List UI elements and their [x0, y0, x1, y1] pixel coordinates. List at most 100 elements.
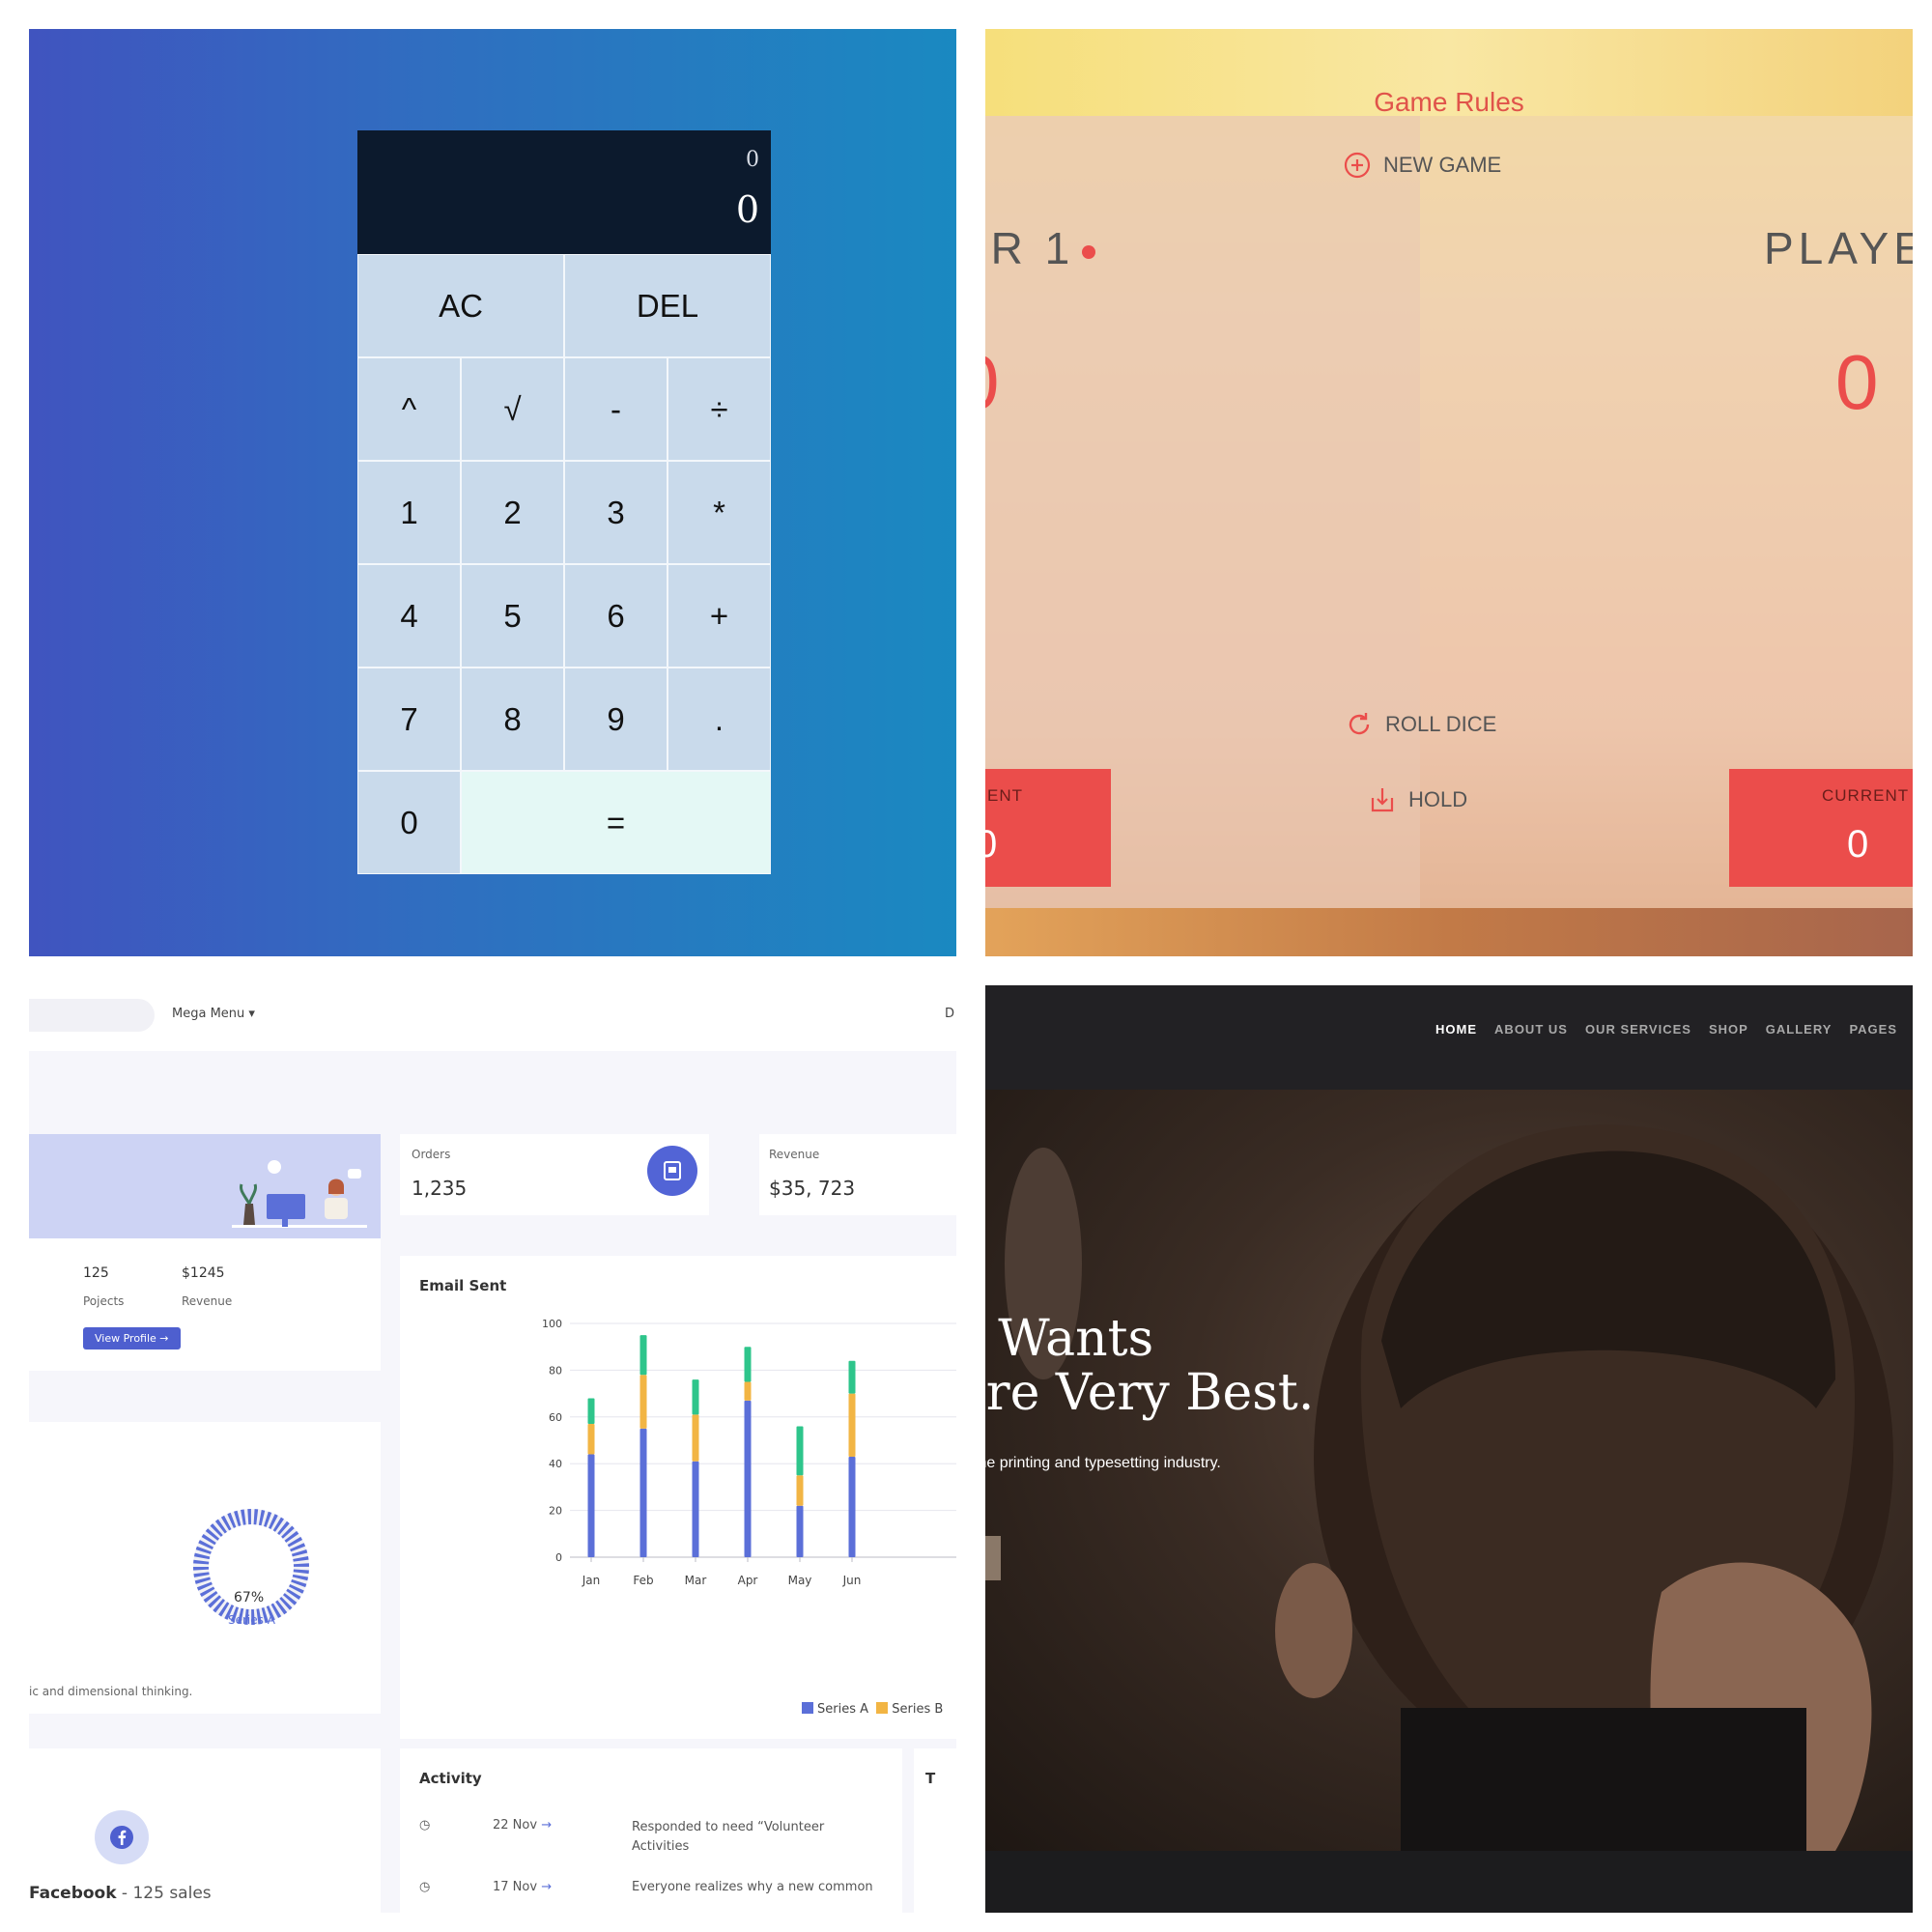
arrow-right-icon: → — [541, 1818, 553, 1833]
search-input[interactable] — [29, 999, 155, 1032]
calculator-panel: 0 0 AC DEL ^ √ - ÷ 1 2 3 * 4 5 6 + 7 8 9… — [29, 29, 956, 956]
next-card: T — [914, 1748, 956, 1913]
game-board: NEW GAME ER 1 PLAYER 0 0 ENT 0 CURRENT 0… — [985, 116, 1913, 908]
digit-0-button[interactable]: 0 — [357, 771, 461, 874]
player-2-current-score: 0 — [1847, 823, 1869, 866]
profile-revenue-value: $1245 — [182, 1265, 225, 1281]
bar-segment-series-a — [796, 1505, 804, 1557]
digit-1-button[interactable]: 1 — [357, 461, 461, 564]
digit-2-button[interactable]: 2 — [461, 461, 564, 564]
facebook-badge[interactable] — [95, 1810, 149, 1864]
digit-6-button[interactable]: 6 — [564, 564, 668, 668]
bar-segment-series-b — [692, 1414, 699, 1462]
y-tick-label: 40 — [549, 1458, 562, 1470]
bar-segment-series-a — [848, 1456, 856, 1557]
activity-date: 17 Nov → — [493, 1880, 552, 1894]
sqrt-button[interactable]: √ — [461, 357, 564, 461]
player-2-score: 0 — [1835, 339, 1879, 425]
nav-shop[interactable]: SHOP — [1709, 1022, 1748, 1037]
digit-8-button[interactable]: 8 — [461, 668, 564, 771]
bar-segment-series-a — [744, 1400, 752, 1557]
new-game-label: NEW GAME — [1383, 153, 1502, 177]
bar-segment-series-a — [639, 1428, 647, 1557]
social-sales: - 125 sales — [116, 1884, 212, 1903]
digit-9-button[interactable]: 9 — [564, 668, 668, 771]
add-button[interactable]: + — [668, 564, 771, 668]
activity-title: Activity — [419, 1770, 482, 1787]
hero-slider: s Wants ere Very Best. the printing and … — [985, 1090, 1913, 1851]
dashboard-topbar: Mega Menu ▾ D — [29, 985, 956, 1051]
subtract-button[interactable]: - — [564, 357, 668, 461]
archive-icon — [664, 1161, 681, 1180]
working-person-illustration — [232, 1160, 367, 1228]
next-card-title: T — [925, 1770, 936, 1787]
mega-menu-dropdown[interactable]: Mega Menu ▾ — [172, 1007, 255, 1021]
facebook-icon — [110, 1826, 133, 1849]
player-1-current-label: ENT — [987, 786, 1023, 805]
previous-operand: 0 — [746, 148, 759, 172]
bar-segment-series-3 — [587, 1398, 595, 1425]
activity-item: ◷ — [419, 1880, 430, 1894]
clock-icon: ◷ — [419, 1880, 431, 1894]
mega-menu-label: Mega Menu — [172, 1007, 245, 1021]
arrow-right-icon: → — [541, 1880, 553, 1894]
new-game-button[interactable]: NEW GAME — [1343, 151, 1501, 180]
radial-series-label: Series A — [228, 1613, 275, 1627]
bar-segment-series-b — [639, 1375, 647, 1429]
nav-home[interactable]: HOME — [1435, 1022, 1477, 1037]
nav-pages[interactable]: PAGES — [1849, 1022, 1897, 1037]
hero-subtitle: the printing and typesetting industry. — [985, 1455, 1221, 1471]
roll-dice-label: ROLL DICE — [1385, 712, 1497, 736]
clock-icon: ◷ — [419, 1818, 431, 1833]
hold-label: HOLD — [1408, 787, 1468, 811]
nav-gallery[interactable]: GALLERY — [1766, 1022, 1833, 1037]
digit-7-button[interactable]: 7 — [357, 668, 461, 771]
dice-game-panel: Game Rules NEW GAME ER 1 PLAYER 0 0 ENT … — [985, 29, 1913, 956]
game-rules-link[interactable]: Game Rules — [985, 87, 1913, 118]
nav-our-services[interactable]: OUR SERVICES — [1585, 1022, 1691, 1037]
digit-3-button[interactable]: 3 — [564, 461, 668, 564]
roll-dice-button[interactable]: ROLL DICE — [1345, 710, 1496, 739]
download-icon — [1371, 788, 1394, 812]
active-player-dot — [1082, 244, 1096, 259]
profile-card: 125 Pojects $1245 Revenue View Profile → — [29, 1134, 381, 1371]
bar-segment-series-b — [796, 1475, 804, 1506]
y-tick-label: 80 — [549, 1364, 562, 1377]
bar-segment-series-b — [744, 1381, 752, 1401]
email-sent-card: Email Sent 0 20 40 60 80 100 Jan Feb Mar Apr May Ju… — [400, 1256, 956, 1739]
decimal-button[interactable]: . — [668, 668, 771, 771]
view-profile-button[interactable]: View Profile → — [83, 1327, 181, 1350]
radial-card: 67% Series A ic and dimensional thinking… — [29, 1422, 381, 1714]
projects-count: 125 — [83, 1265, 109, 1281]
x-tick-label: Jan — [582, 1574, 601, 1587]
digit-5-button[interactable]: 5 — [461, 564, 564, 668]
hold-button[interactable]: HOLD — [1368, 785, 1467, 814]
game-bottom-strip — [985, 908, 1913, 956]
orders-value: 1,235 — [412, 1177, 468, 1200]
projects-label: Pojects — [83, 1294, 125, 1308]
revenue-card: Revenue $35, 723 — [759, 1134, 956, 1215]
player-2-current-box: CURRENT 0 — [1729, 769, 1913, 887]
radial-caption: ic and dimensional thinking. — [29, 1685, 193, 1698]
plus-circle-icon — [1344, 152, 1371, 179]
activity-text: Everyone realizes why a new common — [632, 1880, 873, 1894]
dashboard-panel: Mega Menu ▾ D 125 Pojects $1245 Revenue … — [29, 985, 956, 1913]
digit-4-button[interactable]: 4 — [357, 564, 461, 668]
nav-about-us[interactable]: ABOUT US — [1494, 1022, 1568, 1037]
bar-segment-series-3 — [848, 1360, 856, 1394]
divide-button[interactable]: ÷ — [668, 357, 771, 461]
social-label: Facebook - 125 sales — [29, 1884, 212, 1903]
multiply-button[interactable]: * — [668, 461, 771, 564]
power-button[interactable]: ^ — [357, 357, 461, 461]
all-clear-button[interactable]: AC — [357, 254, 564, 357]
y-tick-label: 0 — [555, 1551, 562, 1564]
topbar-right-item[interactable]: D — [945, 1007, 954, 1021]
y-tick-label: 100 — [542, 1318, 562, 1330]
equals-button[interactable]: = — [461, 771, 771, 874]
calculator-display: 0 0 — [357, 130, 771, 254]
delete-button[interactable]: DEL — [564, 254, 771, 357]
x-tick-label: Feb — [633, 1574, 653, 1587]
orders-icon-badge — [647, 1146, 697, 1196]
player-1-name: ER 1 — [985, 222, 1096, 274]
hero-cta-button[interactable] — [985, 1536, 1001, 1580]
